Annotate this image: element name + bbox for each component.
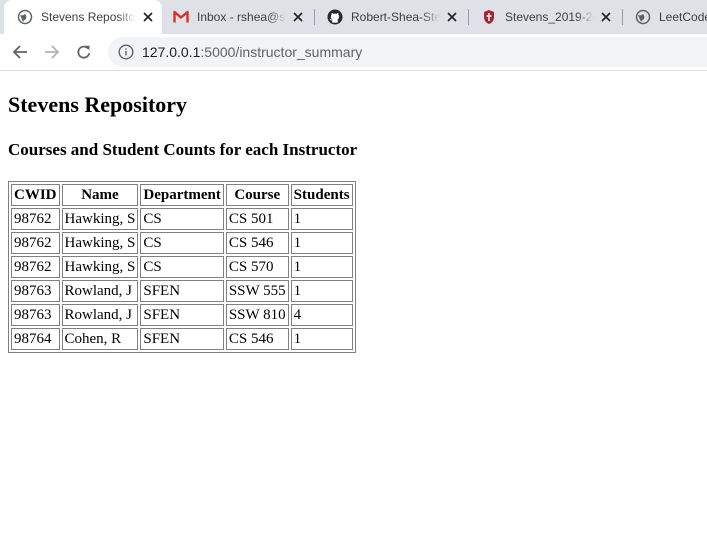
- cell-students: 1: [290, 328, 353, 350]
- table-row: 98764 Cohen, R SFEN CS 546 1: [11, 328, 353, 350]
- cell-department: CS: [140, 208, 224, 230]
- tab-gmail-inbox[interactable]: Inbox - rshea@stevens.edu: [160, 0, 312, 34]
- cell-cwid: 98763: [11, 280, 60, 302]
- cell-name: Rowland, J: [61, 304, 139, 326]
- tab-leetcode[interactable]: LeetCode: [622, 0, 707, 34]
- table-row: 98763 Rowland, J SFEN SSW 555 1: [11, 280, 353, 302]
- cell-cwid: 98762: [11, 208, 60, 230]
- instructor-summary-table: CWID Name Department Course Students 987…: [8, 181, 356, 353]
- gmail-icon: [173, 9, 189, 25]
- cell-course: CS 546: [225, 232, 289, 254]
- cell-name: Rowland, J: [61, 280, 139, 302]
- cell-name: Cohen, R: [61, 328, 139, 350]
- column-header-department: Department: [140, 184, 224, 206]
- url-path: :5000/instructor_summary: [200, 44, 363, 60]
- cell-cwid: 98764: [11, 328, 60, 350]
- column-header-course: Course: [225, 184, 289, 206]
- forward-arrow-icon: [45, 45, 60, 59]
- table-row: 98762 Hawking, S CS CS 501 1: [11, 208, 353, 230]
- page-title: Stevens Repository: [8, 92, 188, 117]
- info-icon[interactable]: [118, 44, 134, 60]
- cell-name: Hawking, S: [61, 208, 139, 230]
- table-row: 98762 Hawking, S CS CS 546 1: [11, 232, 353, 254]
- cell-course: CS 501: [225, 208, 289, 230]
- cell-students: 1: [290, 232, 353, 254]
- cell-department: CS: [140, 256, 224, 278]
- tab-title: Stevens_2019-2020: [505, 10, 594, 24]
- table-row: 98763 Rowland, J SFEN SSW 810 4: [11, 304, 353, 326]
- cell-department: SFEN: [140, 280, 224, 302]
- cell-course: SSW 810: [225, 304, 289, 326]
- column-header-cwid: CWID: [11, 184, 60, 206]
- back-button[interactable]: [6, 40, 34, 64]
- url-host: 127.0.0.1: [142, 44, 201, 60]
- tab-title: LeetCode: [659, 10, 707, 24]
- cell-cwid: 98762: [11, 256, 60, 278]
- back-arrow-icon: [12, 45, 27, 59]
- close-icon[interactable]: [444, 9, 460, 25]
- cell-course: CS 570: [225, 256, 289, 278]
- reload-icon: [77, 45, 91, 59]
- cell-students: 4: [290, 304, 353, 326]
- cell-department: SFEN: [140, 328, 224, 350]
- cell-students: 1: [290, 256, 353, 278]
- cell-department: CS: [140, 232, 224, 254]
- tab-strip: Stevens Repository Inbox - rshea@stevens…: [0, 0, 707, 34]
- globe-icon: [635, 9, 651, 25]
- table-header-row: CWID Name Department Course Students: [11, 184, 353, 206]
- globe-icon: [17, 9, 33, 25]
- close-icon[interactable]: [290, 9, 306, 25]
- address-bar[interactable]: 127.0.0.1:5000/instructor_summary: [108, 37, 707, 67]
- browser-toolbar: 127.0.0.1:5000/instructor_summary: [0, 34, 707, 71]
- cell-name: Hawking, S: [61, 256, 139, 278]
- stevens-icon: [481, 9, 497, 25]
- page-content: Stevens Repository Courses and Student C…: [0, 71, 707, 557]
- table-row: 98762 Hawking, S CS CS 570 1: [11, 256, 353, 278]
- reload-button[interactable]: [70, 40, 98, 64]
- cell-department: SFEN: [140, 304, 224, 326]
- tab-stevens-repository[interactable]: Stevens Repository: [4, 0, 162, 34]
- tab-title: Stevens Repository: [41, 10, 136, 24]
- page-subtitle: Courses and Student Counts for each Inst…: [8, 140, 358, 159]
- close-icon[interactable]: [140, 9, 156, 25]
- cell-name: Hawking, S: [61, 232, 139, 254]
- tab-stevens-canvas[interactable]: Stevens_2019-2020: [468, 0, 620, 34]
- forward-button[interactable]: [38, 40, 66, 64]
- cell-cwid: 98763: [11, 304, 60, 326]
- tab-title: Inbox - rshea@stevens.edu: [197, 10, 286, 24]
- tab-title: Robert-Shea-Stevens: [351, 10, 440, 24]
- tab-github[interactable]: Robert-Shea-Stevens: [314, 0, 466, 34]
- cell-course: CS 546: [225, 328, 289, 350]
- column-header-students: Students: [290, 184, 353, 206]
- github-icon: [327, 9, 343, 25]
- url-text: 127.0.0.1:5000/instructor_summary: [142, 44, 362, 60]
- close-icon[interactable]: [598, 9, 614, 25]
- column-header-name: Name: [61, 184, 139, 206]
- cell-students: 1: [290, 208, 353, 230]
- cell-course: SSW 555: [225, 280, 289, 302]
- cell-students: 1: [290, 280, 353, 302]
- cell-cwid: 98762: [11, 232, 60, 254]
